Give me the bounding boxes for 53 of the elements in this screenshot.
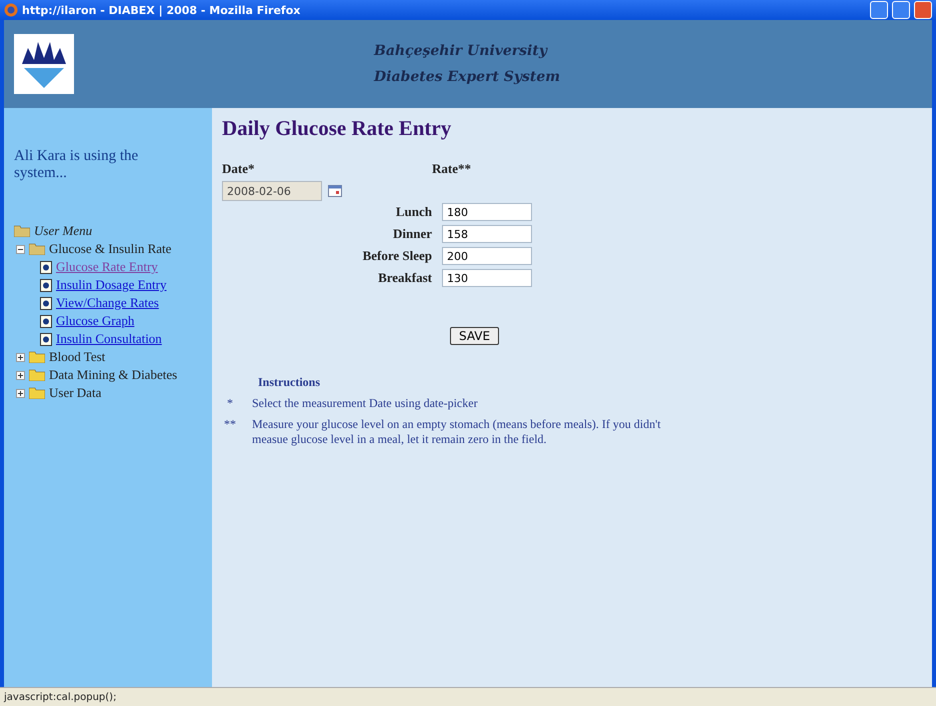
instructions-title: Instructions: [258, 375, 320, 389]
close-button[interactable]: [914, 1, 932, 19]
open-folder-icon: [14, 225, 30, 237]
rate-field[interactable]: 200: [442, 247, 532, 265]
calendar-icon[interactable]: [328, 185, 342, 197]
menu-link[interactable]: Insulin Consultation: [56, 331, 162, 347]
tree-folder[interactable]: Blood Test: [49, 349, 106, 365]
tree-root-label: User Menu: [34, 223, 92, 239]
header-title: Diabetes Expert System: [374, 69, 560, 85]
footnote-mark: **: [223, 417, 237, 433]
status-text: javascript:cal.popup();: [4, 692, 116, 702]
rate-field[interactable]: 158: [442, 225, 532, 243]
footnote-mark: *: [226, 396, 234, 411]
minimize-button[interactable]: [870, 1, 888, 19]
meal-label: Lunch: [394, 204, 432, 220]
page-icon: [40, 278, 52, 292]
rate-field[interactable]: 180: [442, 203, 532, 221]
logo: [14, 34, 74, 94]
meal-label: Breakfast: [377, 270, 432, 286]
window-title: http://ilaron - DIABEX | 2008 - Mozilla Firefox: [22, 4, 302, 16]
open-folder-icon: [29, 243, 45, 255]
tree-folder[interactable]: Data Mining & Diabetes: [49, 367, 178, 383]
menu-link[interactable]: View/Change Rates: [56, 295, 159, 311]
folder-icon: [29, 351, 45, 363]
expand-icon[interactable]: [16, 370, 25, 380]
expand-icon[interactable]: [16, 352, 25, 362]
date-field[interactable]: 2008-02-06: [222, 181, 322, 201]
page-icon: [40, 260, 52, 274]
menu-link[interactable]: Glucose Graph: [56, 313, 134, 329]
meal-label: Before Sleep: [362, 248, 432, 264]
page-title: Daily Glucose Rate Entry: [222, 116, 452, 141]
instruction-text: Measure your glucose level on an empty stomach (means before meals). If you didn't measue glucose level in a meal, let it remain zero in the field.: [252, 417, 662, 447]
collapse-icon[interactable]: [16, 244, 25, 254]
browser-icon: [4, 3, 18, 17]
rate-label: Rate**: [432, 161, 472, 177]
folder-icon: [29, 387, 45, 399]
user-status-text: Ali Kara is using the system...: [14, 148, 140, 182]
maximize-button[interactable]: [892, 1, 910, 19]
save-button[interactable]: SAVE: [450, 327, 500, 345]
page-icon: [40, 296, 52, 310]
expand-icon[interactable]: [16, 388, 25, 398]
tree-folder[interactable]: User Data: [49, 385, 102, 401]
menu-link[interactable]: Glucose Rate Entry: [56, 259, 158, 275]
page-icon: [40, 332, 52, 346]
tree-folder[interactable]: Glucose & Insulin Rate: [49, 241, 172, 257]
meal-label: Dinner: [392, 226, 432, 242]
header-title: Bahçeşehir University: [374, 43, 549, 59]
folder-icon: [29, 369, 45, 381]
rate-field[interactable]: 130: [442, 269, 532, 287]
page-icon: [40, 314, 52, 328]
date-label: Date*: [222, 161, 256, 177]
instruction-text: Select the measurement Date using date-picker: [252, 396, 478, 411]
menu-link[interactable]: Insulin Dosage Entry: [56, 277, 166, 293]
